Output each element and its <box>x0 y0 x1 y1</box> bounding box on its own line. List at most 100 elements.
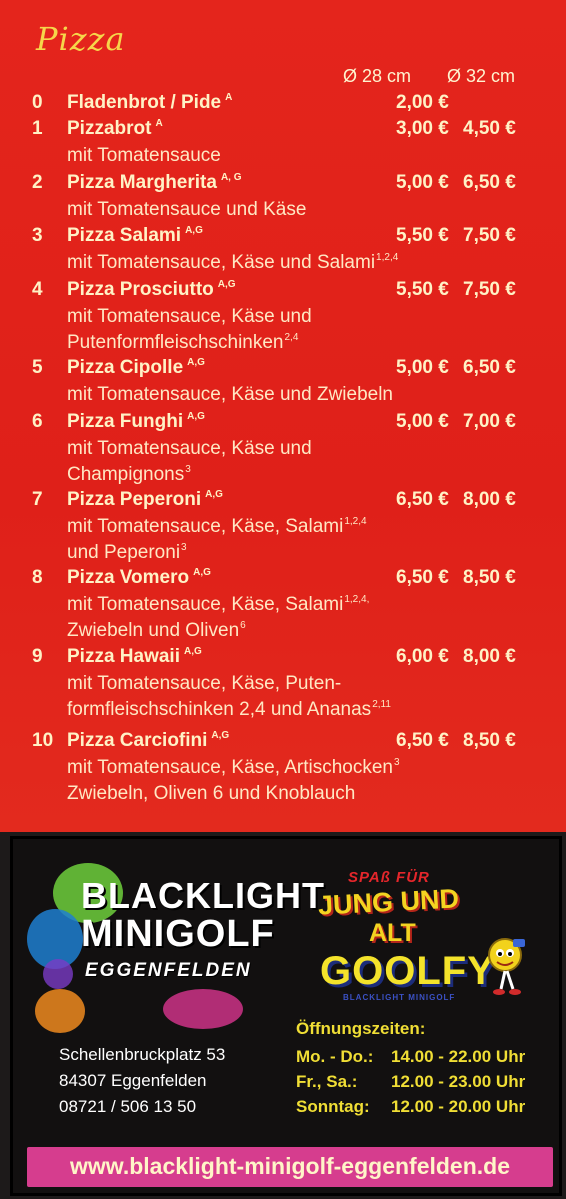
description-text: mit Tomatensauce, Käse, Artischocken <box>67 757 393 778</box>
item-description-line: mit Tomatensauce <box>67 145 221 167</box>
item-name: Pizza Peperoni A,G <box>67 489 223 511</box>
description-text: Zwiebeln und Oliven <box>67 620 240 641</box>
item-description-line: mit Tomatensauce, Käse und Zwiebeln <box>67 384 393 406</box>
price-32cm: 4,50 € <box>463 118 516 139</box>
description-text: mit Tomatensauce, Käse, Salami <box>67 594 344 615</box>
additive-codes: 3 <box>181 542 187 553</box>
address-phone: 08721 / 506 13 50 <box>59 1097 197 1116</box>
menu-item: 10 Pizza Carciofini A,G 6,50 € 8,50 € mit Tom… <box>0 730 566 804</box>
menu-item: 6 Pizza Funghi A,G 5,00 € 7,00 € mit Tomatens… <box>0 411 566 485</box>
item-name-text: Pizza Margherita <box>67 172 217 193</box>
hours-time-friday-saturday: 12.00 - 23.00 Uhr <box>391 1072 526 1091</box>
description-text: Champignons <box>67 464 185 485</box>
item-name: Fladenbrot / Pide A <box>67 92 232 114</box>
item-number: 6 <box>32 411 43 432</box>
price-28cm: 6,50 € <box>396 730 449 751</box>
menu-item-header: 4 Pizza Prosciutto A,G 5,50 € 7,50 € <box>0 279 566 305</box>
additive-codes: 1,2,4 <box>344 516 367 527</box>
website-url-bar: www.blacklight-minigolf-eggenfelden.de <box>27 1147 553 1187</box>
hours-time-weekday: 14.00 - 22.00 Uhr <box>391 1047 526 1066</box>
item-name: Pizza Hawaii A,G <box>67 646 202 668</box>
item-number: 2 <box>32 172 43 193</box>
description-text: mit Tomatensauce, Käse, Puten- <box>67 673 342 694</box>
description-text: mit Tomatensauce, Käse und <box>67 438 312 459</box>
opening-hours-title: Öffnungszeiten: <box>296 1019 426 1038</box>
hours-time-sunday: 12.00 - 20.00 Uhr <box>391 1097 526 1116</box>
item-description-line: mit Tomatensauce, Käse und Salami1,2,4 <box>67 252 398 274</box>
allergen-codes: A,G <box>217 279 236 290</box>
menu-item: 1 Pizzabrot A 3,00 € 4,50 € mit Tomatensauce <box>0 118 566 166</box>
allergen-codes: A <box>155 118 163 129</box>
item-name-text: Pizza Carciofini <box>67 730 208 751</box>
address-city: 84307 Eggenfelden <box>59 1071 207 1090</box>
price-28cm: 2,00 € <box>396 92 449 113</box>
allergen-codes: A,G <box>187 357 205 368</box>
item-description-line: mit Tomatensauce, Käse und <box>67 438 312 460</box>
additive-codes: 6 <box>240 620 246 631</box>
item-name-text: Pizza Prosciutto <box>67 279 214 300</box>
item-description-line: Putenformfleischschinken2,4 <box>67 332 298 354</box>
website-url-link[interactable]: www.blacklight-minigolf-eggenfelden.de <box>27 1153 553 1180</box>
ad-panel: BLACKLIGHT MINIGOLF EGGENFELDEN SPAß FÜR… <box>0 832 566 1199</box>
item-number: 9 <box>32 646 43 667</box>
price-32cm: 8,00 € <box>463 646 516 667</box>
allergen-codes: A,G <box>205 489 223 500</box>
additive-codes: 2,4 <box>284 332 299 343</box>
item-name-text: Pizza Vomero <box>67 567 190 588</box>
price-28cm: 5,00 € <box>396 357 449 378</box>
description-text: mit Tomatensauce, Käse, Salami <box>67 516 344 537</box>
price-28cm: 5,50 € <box>396 225 449 246</box>
price-32cm: 6,50 € <box>463 172 516 193</box>
item-name: Pizza Funghi A,G <box>67 411 205 433</box>
additive-codes: 3 <box>393 757 400 768</box>
item-number: 10 <box>32 730 54 751</box>
item-name: Pizza Vomero A,G <box>67 567 211 589</box>
allergen-codes: A,G <box>187 411 205 422</box>
allergen-codes: A,G <box>193 567 211 578</box>
size-header-32cm: Ø 32 cm <box>447 66 516 86</box>
item-name-text: Pizza Cipolle <box>67 357 184 378</box>
item-name: Pizza Prosciutto A,G <box>67 279 236 301</box>
menu-item-header: 5 Pizza Cipolle A,G 5,00 € 6,50 € <box>0 357 566 383</box>
price-32cm: 8,00 € <box>463 489 516 510</box>
logo-blacklight: BLACKLIGHT <box>81 875 325 916</box>
item-name-text: Pizza Funghi <box>67 411 184 432</box>
item-description-line: Champignons3 <box>67 464 191 486</box>
item-description-line: mit Tomatensauce, Käse, Salami1,2,4 <box>67 516 367 538</box>
item-description-line: Zwiebeln und Oliven6 <box>67 620 246 642</box>
paint-splash-purple <box>43 959 73 989</box>
additive-codes: 3 <box>185 464 191 475</box>
menu-item: 3 Pizza Salami A,G 5,50 € 7,50 € mit Tomatens… <box>0 225 566 273</box>
address-street: Schellenbruckplatz 53 <box>59 1045 226 1064</box>
menu-item-header: 8 Pizza Vomero A,G 6,50 € 8,50 € <box>0 567 566 593</box>
item-description-line: mit Tomatensauce, Käse, Artischocken3 <box>67 757 400 779</box>
paint-splash-orange <box>35 989 85 1033</box>
item-description-line: mit Tomatensauce und Käse <box>67 199 306 221</box>
item-name: Pizza Carciofini A,G <box>67 730 229 752</box>
allergen-codes: A,G <box>185 225 203 236</box>
price-32cm: 7,50 € <box>463 279 516 300</box>
price-28cm: 5,00 € <box>396 172 449 193</box>
menu-item: 9 Pizza Hawaii A,G 6,00 € 8,00 € mit Tomatens… <box>0 646 566 720</box>
description-text: mit Tomatensauce <box>67 145 221 166</box>
description-text: Putenformfleischschinken <box>67 332 284 353</box>
price-28cm: 5,00 € <box>396 411 449 432</box>
additive-codes: 2,11 <box>372 699 391 710</box>
description-text: mit Tomatensauce, Käse und Salami <box>67 252 376 273</box>
price-32cm: 7,50 € <box>463 225 516 246</box>
slogan-line-1: SPAß FÜR <box>348 869 430 886</box>
menu-item: 4 Pizza Prosciutto A,G 5,50 € 7,50 € mit Toma… <box>0 279 566 353</box>
hours-day-friday-saturday: Fr., Sa.: <box>296 1072 358 1091</box>
slogan-line-2: JUNG UND <box>317 883 460 921</box>
menu-item: 0 Fladenbrot / Pide A 2,00 € <box>0 92 566 118</box>
item-name-text: Pizza Salami <box>67 225 182 246</box>
item-name: Pizza Salami A,G <box>67 225 203 247</box>
item-number: 7 <box>32 489 43 510</box>
price-32cm: 6,50 € <box>463 357 516 378</box>
mascot-subtitle: BLACKLIGHT MINIGOLF <box>343 993 456 1002</box>
item-name-text: Fladenbrot / Pide <box>67 92 222 113</box>
size-header-28cm: Ø 28 cm <box>343 66 412 86</box>
item-name-text: Pizza Peperoni <box>67 489 202 510</box>
logo-minigolf: MINIGOLF <box>81 913 275 955</box>
paint-splash-pink <box>163 989 243 1029</box>
